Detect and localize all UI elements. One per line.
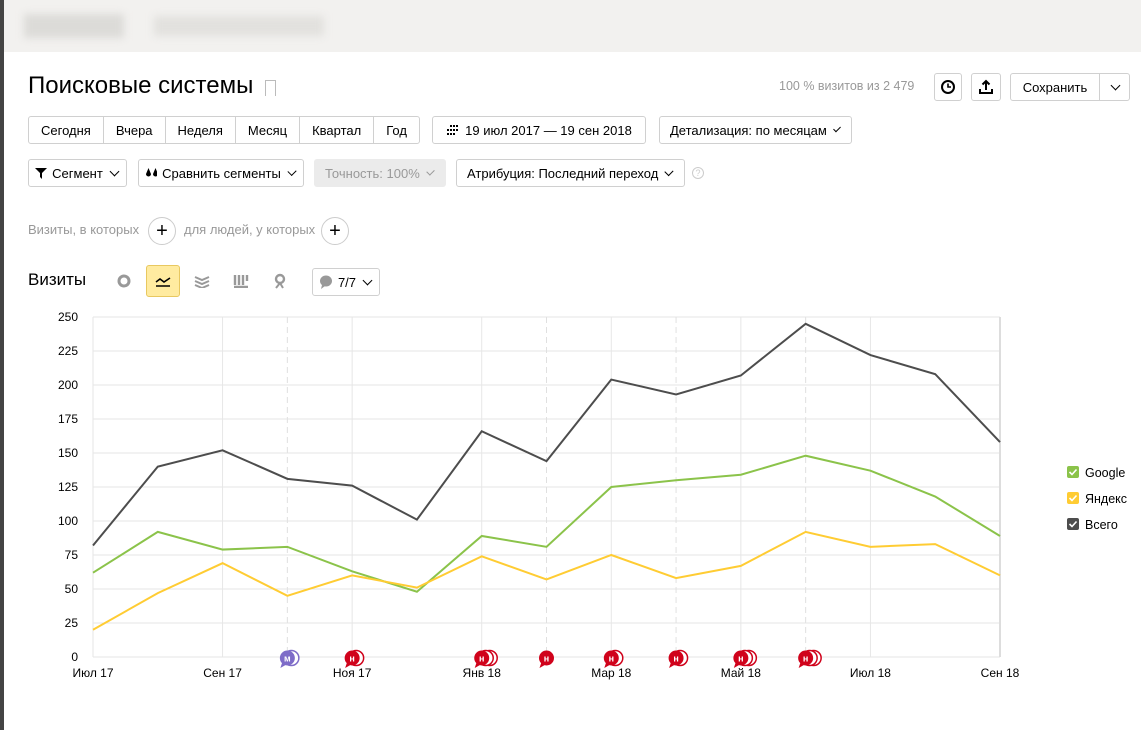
x-tick-label: Сен 17 [203, 666, 242, 680]
note-marker-letter: н [609, 654, 614, 664]
legend-checkbox-Google[interactable] [1067, 466, 1079, 478]
x-tick-label: Ноя 17 [333, 666, 372, 680]
x-tick-label: Сен 18 [981, 666, 1020, 680]
x-tick-label: Июл 17 [72, 666, 113, 680]
note-marker-letter: м [284, 654, 291, 664]
note-marker-letter: н [544, 654, 549, 664]
legend-checkbox-Яндекс[interactable] [1067, 492, 1079, 504]
y-tick-label: 75 [65, 548, 79, 562]
legend-checkbox-Всего[interactable] [1067, 518, 1079, 530]
x-tick-label: Мар 18 [591, 666, 631, 680]
y-tick-label: 200 [58, 378, 78, 392]
x-tick-label: Янв 18 [463, 666, 502, 680]
y-tick-label: 150 [58, 446, 78, 460]
legend-label: Яндекс [1085, 492, 1127, 506]
note-marker-letter: н [479, 654, 484, 664]
y-tick-label: 175 [58, 412, 78, 426]
legend-label: Google [1085, 466, 1125, 480]
y-tick-label: 125 [58, 480, 78, 494]
visits-line-chart: 0 25 50 75 100 125 150 175 200 225 250 Июл 17 Сен 17… [58, 310, 1127, 680]
y-tick-label: 250 [58, 310, 78, 324]
legend-label: Всего [1085, 518, 1118, 532]
x-tick-label: Май 18 [721, 666, 762, 680]
note-marker-letter: н [673, 654, 678, 664]
note-marker-letter: н [349, 654, 354, 664]
y-tick-label: 25 [65, 616, 79, 630]
note-marker-letter: н [738, 654, 743, 664]
y-tick-label: 225 [58, 344, 78, 358]
note-marker-letter: н [803, 654, 808, 664]
y-tick-label: 100 [58, 514, 78, 528]
x-tick-label: Июл 18 [850, 666, 891, 680]
y-tick-label: 50 [65, 582, 79, 596]
y-tick-label: 0 [71, 650, 78, 664]
